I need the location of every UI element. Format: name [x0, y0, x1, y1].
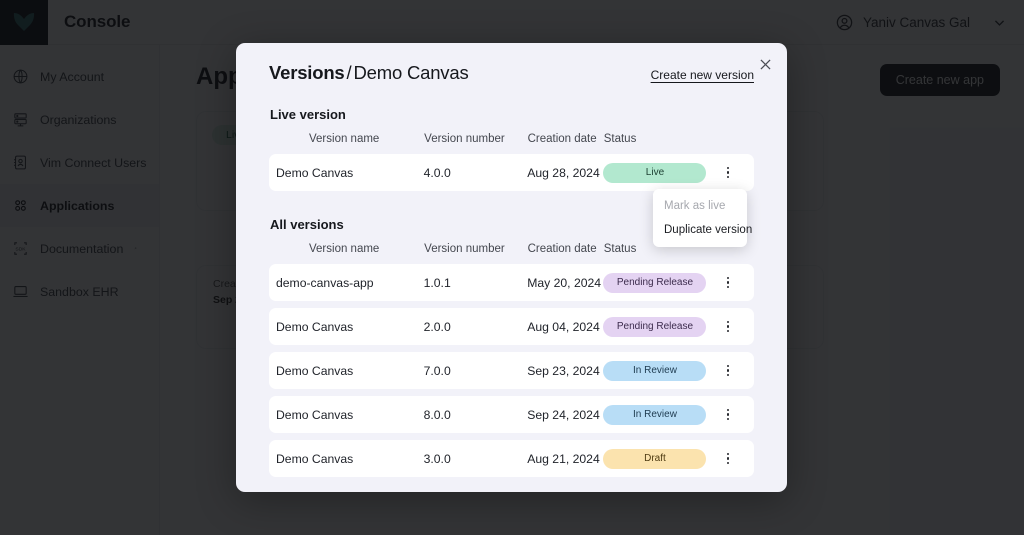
screen: Console Yaniv Canvas Gal My Account	[0, 0, 1024, 535]
cell-status: In Review	[603, 404, 720, 425]
modal-title: Versions / Demo Canvas	[269, 62, 469, 84]
cell-version-name: Demo Canvas	[276, 165, 354, 180]
cell-version-name: Demo Canvas	[276, 319, 354, 334]
cell-status: Live	[603, 162, 720, 183]
row-actions[interactable]	[721, 408, 754, 421]
status-badge: Pending Release	[603, 272, 707, 293]
cell-creation-date: Aug 04, 2024	[527, 319, 600, 334]
all-versions-scroll-area[interactable]: demo-canvas-app 1.0.1 May 20, 2024 Pendi…	[269, 264, 754, 492]
kebab-menu-icon[interactable]	[721, 276, 735, 289]
live-version-heading: Live version	[270, 107, 346, 122]
cell-status: In Review	[603, 360, 720, 381]
row-actions[interactable]	[721, 320, 754, 333]
column-header-version-number: Version number	[424, 243, 505, 255]
kebab-menu-icon[interactable]	[721, 320, 735, 333]
kebab-menu-icon[interactable]	[721, 452, 735, 465]
column-header-creation-date: Creation date	[527, 243, 597, 255]
cell-creation-date: Sep 24, 2024	[527, 407, 600, 422]
kebab-menu-icon[interactable]	[721, 166, 735, 179]
row-actions-dropdown: Mark as live Duplicate version	[653, 189, 752, 247]
cell-version-number: 7.0.0	[423, 363, 451, 378]
status-badge: Live	[603, 162, 707, 183]
menu-item-mark-as-live: Mark as live	[664, 200, 726, 212]
live-version-table: Version name Version number Creation dat…	[236, 122, 787, 191]
status-badge: Draft	[603, 448, 707, 469]
cell-version-number: 1.0.1	[423, 275, 451, 290]
kebab-menu-icon[interactable]	[721, 408, 735, 421]
cell-version-name: Demo Canvas	[276, 407, 354, 422]
cell-version-name: Demo Canvas	[276, 451, 354, 466]
modal-title-sub: Demo Canvas	[353, 62, 469, 83]
table-row[interactable]: Demo Canvas 4.0.0 Aug 28, 2024 Live	[269, 154, 754, 191]
cell-version-number: 2.0.0	[423, 319, 451, 334]
cell-creation-date: Aug 21, 2024	[527, 451, 600, 466]
column-header-version-name: Version name	[309, 243, 380, 255]
column-header-status: Status	[603, 133, 637, 145]
all-versions-table: Version name Version number Creation dat…	[236, 232, 787, 492]
menu-item-duplicate-version[interactable]: Duplicate version	[653, 218, 752, 242]
table-row[interactable]: Demo Canvas 8.0.0 Sep 24, 2024 In Review	[269, 396, 754, 433]
status-badge: Pending Release	[603, 316, 707, 337]
table-row[interactable]: Demo Canvas 2.0.0 Aug 04, 2024 Pending R…	[269, 308, 754, 345]
row-actions[interactable]	[721, 166, 754, 179]
table-row[interactable]: Demo Canvas 7.0.0 Sep 23, 2024 In Review	[269, 352, 754, 389]
row-actions[interactable]	[721, 452, 754, 465]
create-new-version-link[interactable]: Create new version	[651, 68, 754, 82]
status-badge: In Review	[603, 360, 707, 381]
cell-version-number: 8.0.0	[423, 407, 451, 422]
row-actions[interactable]	[721, 276, 754, 289]
cell-version-name: Demo Canvas	[276, 363, 354, 378]
cell-creation-date: Aug 28, 2024	[527, 165, 600, 180]
cell-status: Pending Release	[603, 272, 720, 293]
row-actions[interactable]	[721, 364, 754, 377]
column-header-version-name: Version name	[309, 133, 380, 145]
table-row[interactable]: Demo Canvas 3.0.0 Aug 21, 2024 Draft	[269, 440, 754, 477]
cell-version-number: 4.0.0	[423, 165, 451, 180]
cell-creation-date: Sep 23, 2024	[527, 363, 600, 378]
close-icon[interactable]	[756, 55, 774, 73]
column-header-creation-date: Creation date	[527, 133, 597, 145]
table-row[interactable]: demo-canvas-app 1.0.1 May 20, 2024 Pendi…	[269, 264, 754, 301]
cell-status: Draft	[603, 448, 720, 469]
versions-modal: Versions / Demo Canvas Create new version …	[236, 43, 787, 492]
modal-header: Versions / Demo Canvas Create new version	[236, 43, 787, 84]
modal-title-main: Versions	[269, 62, 345, 83]
kebab-menu-icon[interactable]	[721, 364, 735, 377]
status-badge: In Review	[603, 404, 707, 425]
live-table-header: Version name Version number Creation dat…	[269, 122, 754, 154]
cell-creation-date: May 20, 2024	[527, 275, 602, 290]
column-header-version-number: Version number	[424, 133, 505, 145]
cell-status: Pending Release	[603, 316, 720, 337]
cell-version-name: demo-canvas-app	[276, 275, 374, 290]
cell-version-number: 3.0.0	[423, 451, 451, 466]
